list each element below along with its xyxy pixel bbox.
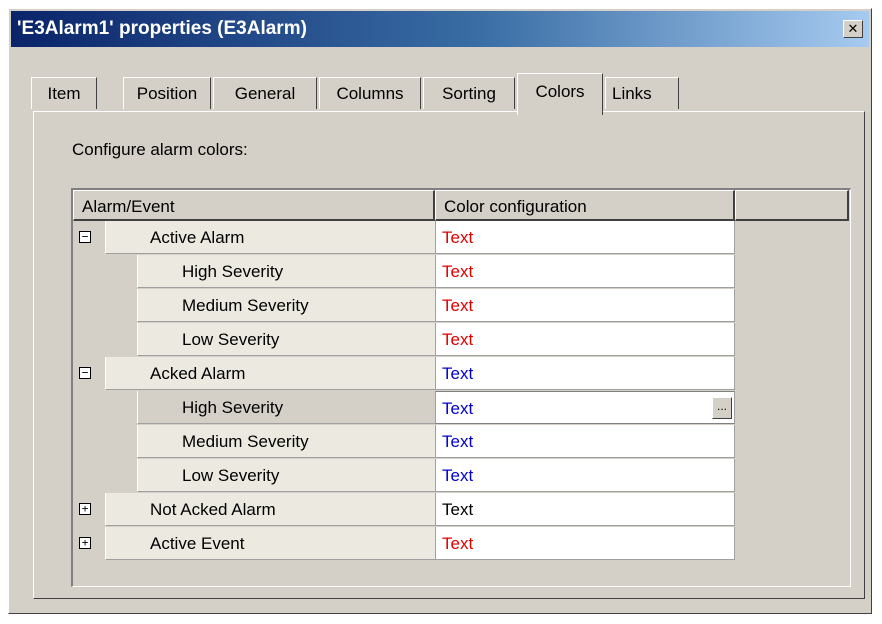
grid-row[interactable]: Low Severity Text <box>73 459 735 493</box>
color-configuration-cell[interactable]: Text <box>435 527 735 560</box>
color-configuration-cell[interactable]: Text <box>435 289 735 322</box>
properties-dialog: 'E3Alarm1' properties (E3Alarm) ✕ Item P… <box>8 8 872 614</box>
tab-links[interactable]: Links <box>605 77 679 109</box>
alarm-event-name: Medium Severity <box>137 289 435 322</box>
tab-sorting[interactable]: Sorting <box>423 77 515 109</box>
grid-row[interactable]: Low Severity Text <box>73 323 735 357</box>
alarm-event-name: High Severity <box>137 255 435 288</box>
alarm-color-grid: Alarm/Event Color configuration − Active … <box>71 188 851 587</box>
tab-item[interactable]: Item <box>31 77 97 109</box>
color-sample-text: Text <box>442 466 474 485</box>
alarm-event-name: High Severity <box>137 391 435 424</box>
grid-row[interactable]: + Active Event Text <box>73 527 735 561</box>
alarm-event-name: Active Alarm <box>105 221 435 254</box>
colors-panel: Configure alarm colors: Alarm/Event Colo… <box>33 111 865 599</box>
alarm-event-name: Low Severity <box>137 323 435 356</box>
color-sample-text: Text <box>442 330 474 349</box>
grid-row[interactable]: High Severity Text <box>73 255 735 289</box>
grid-row[interactable]: Medium Severity Text <box>73 289 735 323</box>
grid-row[interactable]: + Not Acked Alarm Text <box>73 493 735 527</box>
grid-header: Alarm/Event Color configuration <box>73 190 850 221</box>
collapse-icon[interactable]: − <box>79 367 91 379</box>
color-sample-text: Text <box>442 534 474 553</box>
tab-columns[interactable]: Columns <box>319 77 421 109</box>
column-header-alarm-event[interactable]: Alarm/Event <box>73 190 435 221</box>
color-configuration-cell[interactable]: Text <box>435 425 735 458</box>
grid-row[interactable]: Medium Severity Text <box>73 425 735 459</box>
color-sample-text: Text <box>442 399 474 418</box>
color-configuration-cell[interactable]: Text <box>435 255 735 288</box>
alarm-event-name: Active Event <box>105 527 435 560</box>
column-header-color-configuration[interactable]: Color configuration <box>435 190 735 221</box>
expand-icon[interactable]: + <box>79 537 91 549</box>
color-sample-text: Text <box>442 228 474 247</box>
grid-row[interactable]: − Acked Alarm Text <box>73 357 735 391</box>
configure-label: Configure alarm colors: <box>72 140 248 159</box>
tab-position[interactable]: Position <box>123 77 211 109</box>
expand-icon[interactable]: + <box>79 503 91 515</box>
color-configuration-cell[interactable]: Text <box>435 459 735 492</box>
grid-row[interactable]: − Active Alarm Text <box>73 221 735 255</box>
ellipsis-button[interactable]: ... <box>712 397 732 419</box>
tab-colors[interactable]: Colors <box>517 73 603 115</box>
color-configuration-cell[interactable]: Text <box>435 493 735 526</box>
color-configuration-cell[interactable]: Text <box>435 323 735 356</box>
color-sample-text: Text <box>442 262 474 281</box>
title-bar: 'E3Alarm1' properties (E3Alarm) ✕ <box>11 11 869 47</box>
color-sample-text: Text <box>442 364 474 383</box>
tab-general[interactable]: General <box>213 77 317 109</box>
alarm-event-name: Low Severity <box>137 459 435 492</box>
color-sample-text: Text <box>442 500 474 519</box>
window-title: 'E3Alarm1' properties (E3Alarm) <box>17 18 307 39</box>
color-sample-text: Text <box>442 432 474 451</box>
color-sample-text: Text <box>442 296 474 315</box>
column-header-filler <box>735 190 849 221</box>
collapse-icon[interactable]: − <box>79 231 91 243</box>
alarm-event-name: Acked Alarm <box>105 357 435 390</box>
color-configuration-cell[interactable]: Text... <box>435 391 735 424</box>
color-configuration-cell[interactable]: Text <box>435 221 735 254</box>
color-configuration-cell[interactable]: Text <box>435 357 735 390</box>
alarm-event-name: Medium Severity <box>137 425 435 458</box>
grid-row[interactable]: High Severity Text... <box>73 391 735 425</box>
alarm-event-name: Not Acked Alarm <box>105 493 435 526</box>
close-icon[interactable]: ✕ <box>843 20 863 38</box>
